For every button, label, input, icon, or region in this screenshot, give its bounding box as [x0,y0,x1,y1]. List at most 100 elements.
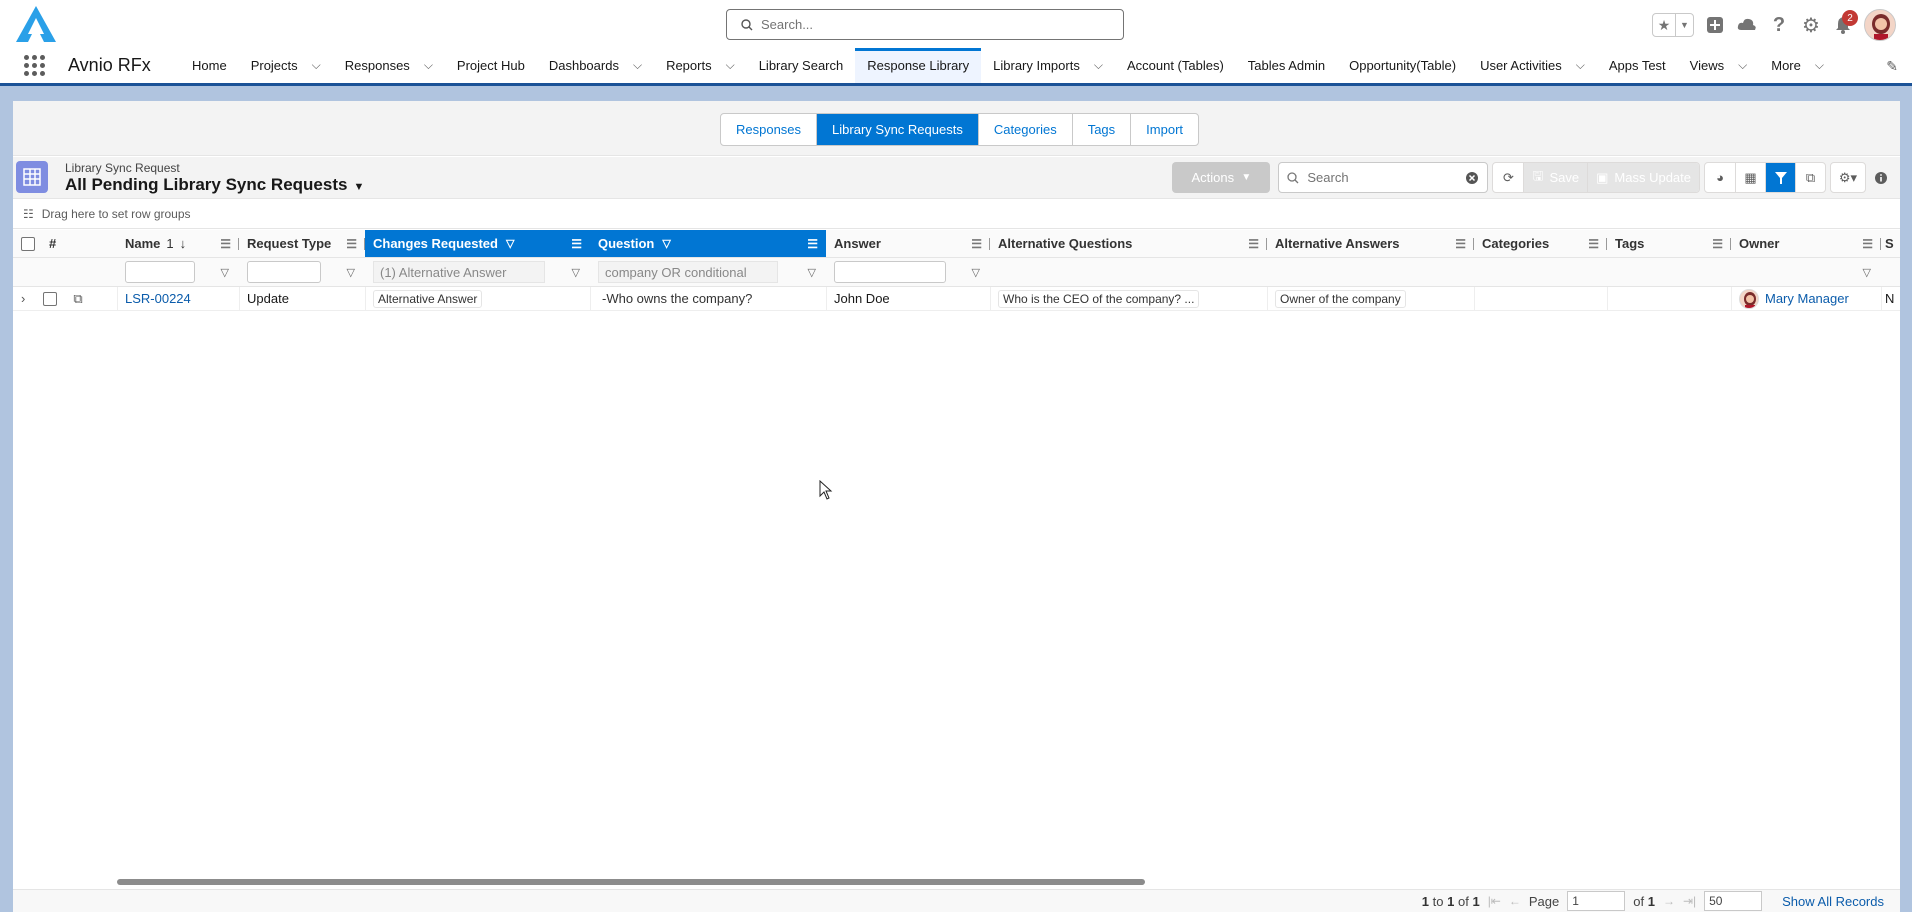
nav-item-views[interactable]: Views ⌵ [1678,48,1760,83]
list-view-title[interactable]: All Pending Library Sync Requests ▼ [65,175,364,195]
filter-icon[interactable]: ▽ [972,266,980,279]
actions-button[interactable]: Actions ▼ [1172,162,1271,193]
save-button[interactable]: 🖫 Save [1523,163,1588,192]
name-filter-input[interactable] [125,261,195,283]
answer-filter-input[interactable] [834,261,946,283]
chevron-down-icon[interactable]: ⌵ [312,58,321,73]
nav-item-library-search[interactable]: Library Search [747,48,856,83]
show-all-records-link[interactable]: Show All Records [1782,894,1884,909]
column-menu-icon[interactable]: ☰ [571,237,582,251]
table-settings-icon[interactable]: ▦ [1735,163,1765,192]
nav-item-user-activities[interactable]: User Activities ⌵ [1468,48,1597,83]
page-size-input[interactable]: 50 [1704,891,1763,911]
row-group-drop-zone[interactable]: ☷ Drag here to set row groups [13,200,1900,229]
select-all-checkbox[interactable] [21,236,35,251]
column-header-alternative-answers[interactable]: Alternative Answers ☰ [1267,230,1474,257]
question-filter-value[interactable]: company OR conditional [598,261,778,283]
gear-icon[interactable]: ⚙ [1800,14,1822,37]
nav-item-opportunity-table[interactable]: Opportunity(Table) [1337,48,1468,83]
nav-item-dashboards[interactable]: Dashboards ⌵ [537,48,654,83]
gear-dropdown-icon[interactable]: ⚙▾ [1831,163,1865,192]
filter-icon[interactable]: ▽ [347,266,355,279]
avnio-logo-icon[interactable] [14,4,58,44]
star-icon[interactable]: ★ [1653,14,1675,36]
chevron-down-icon[interactable]: ▼ [1675,14,1693,36]
changes-filter-value[interactable]: (1) Alternative Answer [373,261,545,283]
global-search-input[interactable]: Search... [726,9,1124,40]
column-header-owner[interactable]: Owner ☰ [1731,230,1881,257]
nav-item-account-tables[interactable]: Account (Tables) [1115,48,1236,83]
cell-name[interactable]: LSR-00224 [117,287,239,310]
nav-item-project-hub[interactable]: Project Hub [445,48,537,83]
filter-icon[interactable]: ▽ [572,266,580,279]
column-header-tags[interactable]: Tags ☰ [1607,230,1731,257]
refresh-icon[interactable]: ⟳ [1493,163,1523,192]
user-avatar[interactable] [1864,9,1896,41]
chevron-down-icon[interactable]: ⌵ [1738,58,1747,73]
edit-nav-pencil-icon[interactable]: ✎ [1886,58,1898,75]
cell-owner[interactable]: Mary Manager [1731,287,1881,310]
column-menu-icon[interactable]: ☰ [1248,237,1259,251]
column-header-alternative-questions[interactable]: Alternative Questions ☰ [990,230,1267,257]
chevron-down-icon[interactable]: ⌵ [1815,58,1824,73]
subtab-import[interactable]: Import [1130,114,1198,145]
column-menu-icon[interactable]: ☰ [971,237,982,251]
nav-item-tables-admin[interactable]: Tables Admin [1236,48,1337,83]
column-header-name[interactable]: Name 1 ↓ ☰ [117,230,239,257]
next-page-icon[interactable]: → [1663,894,1675,908]
bell-icon[interactable]: 2 [1832,10,1858,36]
nav-item-projects[interactable]: Projects ⌵ [239,48,333,83]
chevron-down-icon[interactable]: ⌵ [726,58,735,73]
filter-icon[interactable]: ▽ [221,266,229,279]
column-header-answer[interactable]: Answer ☰ [826,230,990,257]
nav-item-responses[interactable]: Responses ⌵ [333,48,445,83]
column-menu-icon[interactable]: ☰ [1712,237,1723,251]
owner-name-link[interactable]: Mary Manager [1765,291,1849,306]
subtab-tags[interactable]: Tags [1071,114,1130,145]
first-page-icon[interactable]: |⇤ [1488,894,1501,908]
column-menu-icon[interactable]: ☰ [220,237,231,251]
last-page-icon[interactable]: ⇥| [1683,894,1696,908]
subtab-responses[interactable]: Responses [721,114,816,145]
add-icon[interactable] [1704,14,1726,36]
subtab-categories[interactable]: Categories [977,114,1072,145]
chart-icon[interactable]: ◕ [1705,163,1735,192]
nav-item-response-library[interactable]: Response Library [855,48,982,83]
info-icon[interactable] [1870,171,1892,185]
table-row[interactable]: › ⧉ LSR-00224 Update Alternative Answer … [13,287,1900,311]
open-record-icon[interactable]: ⧉ [73,291,82,307]
column-header-categories[interactable]: Categories ☰ [1474,230,1607,257]
column-menu-icon[interactable]: ☰ [1588,237,1599,251]
nav-item-home[interactable]: Home [180,48,239,83]
list-search-input[interactable]: Search [1278,162,1489,193]
page-number-input[interactable]: 1 [1567,891,1626,911]
chevron-down-icon[interactable]: ⌵ [633,58,642,73]
filter-icon[interactable]: ▽ [808,266,816,279]
horizontal-scrollbar[interactable] [117,879,1145,885]
clear-icon[interactable] [1465,171,1479,185]
column-header-request-type[interactable]: Request Type ☰ [239,230,365,257]
filter-icon[interactable] [1765,163,1795,192]
column-header-question[interactable]: Question ▽ ☰ [590,230,826,257]
previous-page-icon[interactable]: ← [1509,894,1521,908]
trailhead-icon[interactable] [1736,14,1758,36]
column-header-changes-requested[interactable]: Changes Requested ▽ ☰ [365,230,590,257]
nav-item-apps-test[interactable]: Apps Test [1597,48,1678,83]
help-icon[interactable]: ? [1768,14,1790,36]
chevron-down-icon[interactable]: ⌵ [1576,58,1585,73]
filter-icon[interactable]: ▽ [1863,266,1871,279]
row-checkbox[interactable] [43,291,58,306]
chevron-down-icon[interactable]: ⌵ [1094,58,1103,73]
column-menu-icon[interactable]: ☰ [1455,237,1466,251]
nav-item-reports[interactable]: Reports ⌵ [654,48,747,83]
chevron-down-icon[interactable]: ⌵ [424,58,433,73]
column-menu-icon[interactable]: ☰ [807,237,818,251]
mass-update-button[interactable]: ▣ Mass Update [1587,163,1699,192]
subtab-library-sync-requests[interactable]: Library Sync Requests [816,114,978,145]
popout-icon[interactable]: ⧉ [1795,163,1825,192]
nav-item-more[interactable]: More ⌵ [1759,48,1836,83]
column-header-extra[interactable]: S [1881,230,1900,257]
app-launcher-icon[interactable] [24,54,46,77]
caret-down-icon[interactable]: ▼ [353,181,364,193]
request-type-filter-input[interactable] [247,261,321,283]
